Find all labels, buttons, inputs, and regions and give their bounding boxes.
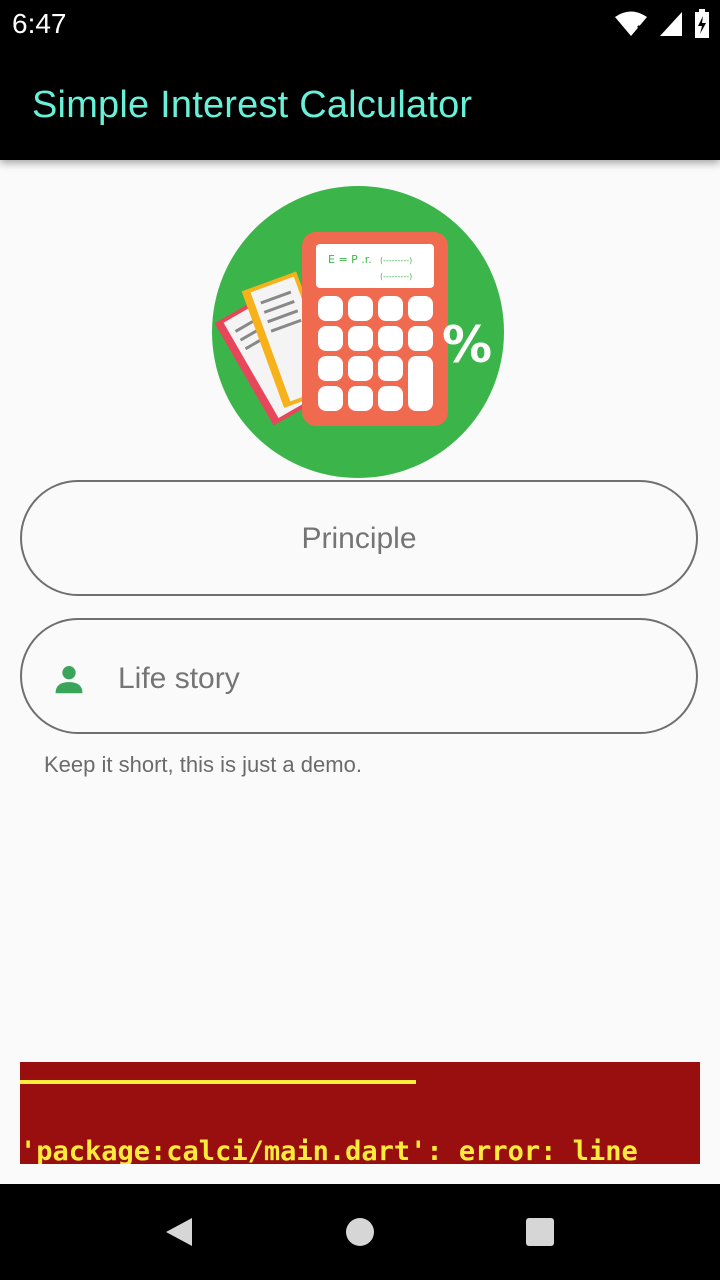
home-icon[interactable] bbox=[340, 1212, 380, 1252]
person-icon bbox=[55, 666, 83, 694]
battery-charging-icon bbox=[695, 9, 709, 38]
app-bar: Simple Interest Calculator bbox=[0, 48, 720, 160]
life-story-field[interactable]: Life story bbox=[20, 618, 698, 734]
status-time: 6:47 bbox=[12, 8, 67, 39]
cellular-signal-icon bbox=[660, 12, 682, 36]
principle-field[interactable]: Principle bbox=[20, 480, 698, 596]
navigation-bar bbox=[0, 1184, 720, 1280]
error-divider bbox=[20, 1080, 416, 1084]
logo-formula-line2: (---------) bbox=[380, 256, 412, 265]
life-story-helper-text: Keep it short, this is just a demo. bbox=[44, 752, 362, 777]
status-icons bbox=[614, 9, 710, 39]
status-bar: 6:47 bbox=[0, 0, 720, 48]
error-banner: 'package:calci/main.dart': error: line bbox=[20, 1062, 700, 1164]
recents-icon[interactable] bbox=[520, 1212, 560, 1252]
error-text: 'package:calci/main.dart': error: line bbox=[20, 1136, 638, 1164]
life-story-label: Life story bbox=[118, 662, 240, 695]
logo-percent-symbol: % bbox=[442, 316, 492, 374]
app-title: Simple Interest Calculator bbox=[32, 84, 473, 126]
back-icon[interactable] bbox=[160, 1212, 200, 1252]
calculator-logo-icon: E = P .r. (---------) (---------) % bbox=[212, 186, 504, 478]
principle-label: Principle bbox=[301, 522, 417, 555]
logo-formula-line3: (---------) bbox=[380, 272, 412, 281]
logo-formula-line1: E = P .r. bbox=[328, 253, 372, 266]
wifi-icon bbox=[615, 11, 647, 36]
